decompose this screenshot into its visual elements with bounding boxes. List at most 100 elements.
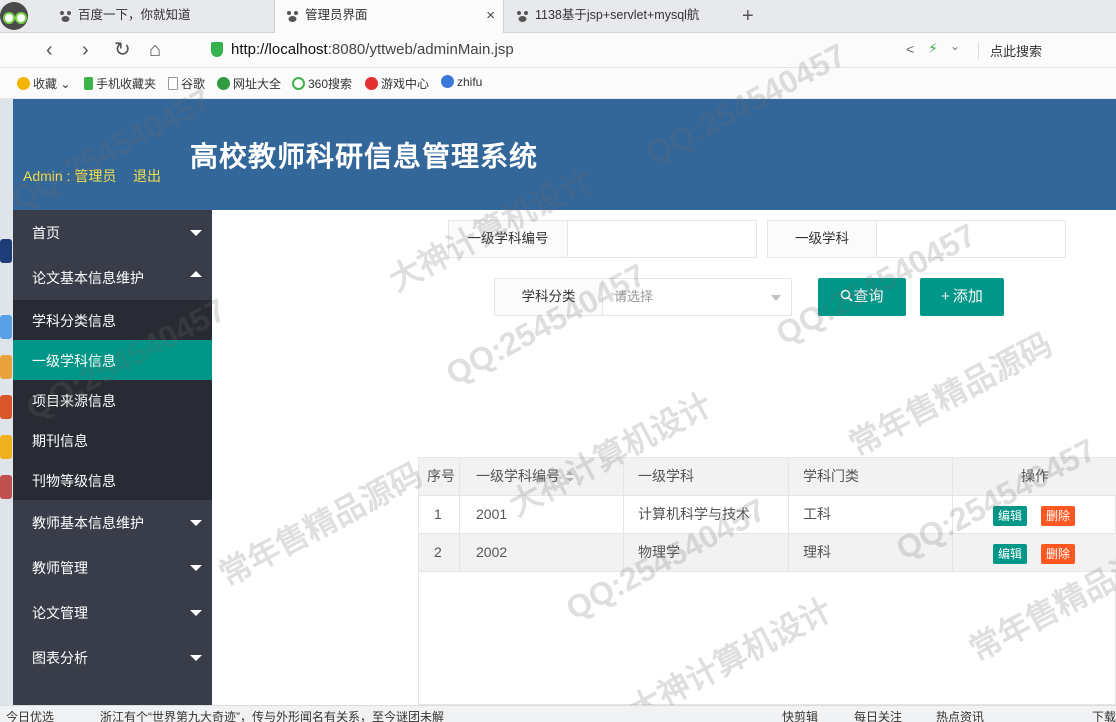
header-cell: 序号 [419,458,460,495]
menu-paper-info[interactable]: 论文基本信息维护 [13,255,212,300]
cell-code: 2002 [460,534,624,571]
cell-name: 计算机科学与技术 [624,496,789,533]
chevron-down-icon[interactable]: ⌄ [950,39,960,53]
table-row: 2 2002 物理学 理科 编辑 删除 [419,534,1116,572]
search-icon [841,289,854,302]
app-icon[interactable] [0,435,12,459]
app-icon[interactable] [0,395,12,419]
bookmark-item[interactable]: 谷歌 [168,75,205,92]
side-panel-strip [0,99,13,705]
header-cell: 学科门类 [789,458,953,495]
caret-down-icon [190,655,202,661]
status-item[interactable]: 热点资讯 [936,708,984,722]
sidebar-item-publication-level[interactable]: 刊物等级信息 [13,460,212,500]
header-cell: 操作 [1021,468,1049,484]
edit-button[interactable]: 编辑 [993,506,1028,526]
cell-actions: 编辑 删除 [953,534,1116,571]
app-icon[interactable] [0,475,12,499]
cell-name: 物理学 [624,534,789,571]
browser-tab-baidu[interactable]: 百度一下，你就知道 [48,0,273,33]
browser-tab-project[interactable]: 1138基于jsp+servlet+mysql航 [505,0,737,33]
admin-info: Admin : 管理员 [23,168,117,184]
cell-code: 2001 [460,496,624,533]
bookmark-item[interactable]: zhifu [441,75,482,89]
table-header: 序号 一级学科编号 一级学科 学科门类 操作 [419,458,1116,496]
browser-tab-bar: 百度一下，你就知道 管理员界面 × 1138基于jsp+servlet+mysq… [0,0,1116,34]
header-cell: 一级学科 [624,458,789,495]
browser-status-bar: 今日优选 浙江有个“世界第九大奇迹”，传与外形闻名有关系，至今谜团未解 快剪辑 … [0,705,1116,722]
subject-table: 序号 一级学科编号 一级学科 学科门类 操作 1 2001 计算机科学与技术 工… [418,457,1116,705]
lightning-icon[interactable]: ⚡ [928,40,938,57]
bookmark-item[interactable]: 游戏中心 [365,75,429,92]
game-icon [365,77,378,90]
bookmark-item[interactable]: 360搜索 [292,75,352,92]
page-icon [168,77,178,90]
cell-category: 工科 [789,496,953,533]
cell-category: 理科 [789,534,953,571]
search-circle-icon [292,77,305,90]
status-left[interactable]: 今日优选 [6,708,54,722]
new-tab-button[interactable]: + [742,1,754,31]
bookmark-item[interactable]: 手机收藏夹 [84,75,156,92]
code-input[interactable] [568,221,756,257]
header-cell-sortable[interactable]: 一级学科编号 [460,458,624,495]
news-ticker[interactable]: 浙江有个“世界第九大奇迹”，传与外形闻名有关系，至今谜团未解 [100,708,444,722]
cell-actions: 编辑 删除 [953,496,1116,533]
field-label: 一级学科 [768,221,877,257]
field-label: 一级学科编号 [449,221,568,257]
sidebar: 首页 论文基本信息维护 学科分类信息 一级学科信息 项目来源信息 期刊信息 刊物… [13,210,212,705]
add-button[interactable]: + 添加 [920,278,1004,316]
app-icon[interactable] [0,239,12,263]
sidebar-item-journal[interactable]: 期刊信息 [13,420,212,460]
reload-icon[interactable]: ↻ [114,39,131,61]
sidebar-item-project-source[interactable]: 项目来源信息 [13,380,212,420]
sidebar-item-subject-category[interactable]: 学科分类信息 [13,300,212,340]
paw-icon [60,11,71,22]
plus-icon: + [941,288,950,305]
menu-home[interactable]: 首页 [13,210,212,255]
status-item[interactable]: 快剪辑 [782,708,818,722]
app: Admin : 管理员 退出 高校教师科研信息管理系统 首页 论文基本信息维护 … [0,99,1116,705]
caret-down-icon [190,230,202,236]
query-button[interactable]: 查询 [818,278,906,316]
delete-button[interactable]: 删除 [1041,544,1076,564]
app-icon[interactable] [0,315,12,339]
edit-button[interactable]: 编辑 [993,544,1028,564]
forward-icon[interactable]: › [82,39,89,61]
url-field[interactable]: http://localhost:8080/yttweb/adminMain.j… [205,37,975,64]
menu-teacher-info[interactable]: 教师基本信息维护 [13,500,212,545]
menu-teacher-manage[interactable]: 教师管理 [13,545,212,590]
caret-down-icon [190,520,202,526]
bookmark-item[interactable]: 收藏 ⌄ [17,75,70,92]
subject-input[interactable] [877,221,1065,257]
menu-charts[interactable]: 图表分析 [13,635,212,680]
url-text: http://localhost:8080/yttweb/adminMain.j… [231,41,514,58]
sidebar-item-first-level-subject[interactable]: 一级学科信息 [13,340,212,380]
menu-paper-manage[interactable]: 论文管理 [13,590,212,635]
close-tab-icon[interactable]: × [486,0,495,31]
home-icon[interactable]: ⌂ [149,39,161,61]
share-icon[interactable]: < [906,41,914,57]
globe-icon [217,77,230,90]
paw-icon [517,11,528,22]
tab-title: 百度一下，你就知道 [78,8,191,22]
paw-icon [287,11,298,22]
system-title: 高校教师科研信息管理系统 [190,141,539,172]
category-filter: 学科分类 请选择 [494,278,792,316]
status-item[interactable]: 每日关注 [854,708,902,722]
category-select[interactable]: 请选择 [603,279,791,315]
caret-up-icon [190,271,202,277]
search-hint[interactable]: 点此搜索 [990,41,1042,60]
delete-button[interactable]: 删除 [1041,506,1076,526]
browser-tab-admin[interactable]: 管理员界面 × [274,0,504,34]
sort-icon[interactable] [566,471,574,483]
table-row: 1 2001 计算机科学与技术 工科 编辑 删除 [419,496,1116,534]
browser-logo-icon[interactable] [0,2,28,30]
app-icon[interactable] [0,355,12,379]
bookmark-item[interactable]: 网址大全 [217,75,281,92]
code-filter: 一级学科编号 [448,220,757,258]
caret-down-icon [190,610,202,616]
status-item[interactable]: 下载 [1092,708,1116,722]
logout-link[interactable]: 退出 [133,166,161,186]
back-icon[interactable]: ‹ [46,39,53,61]
